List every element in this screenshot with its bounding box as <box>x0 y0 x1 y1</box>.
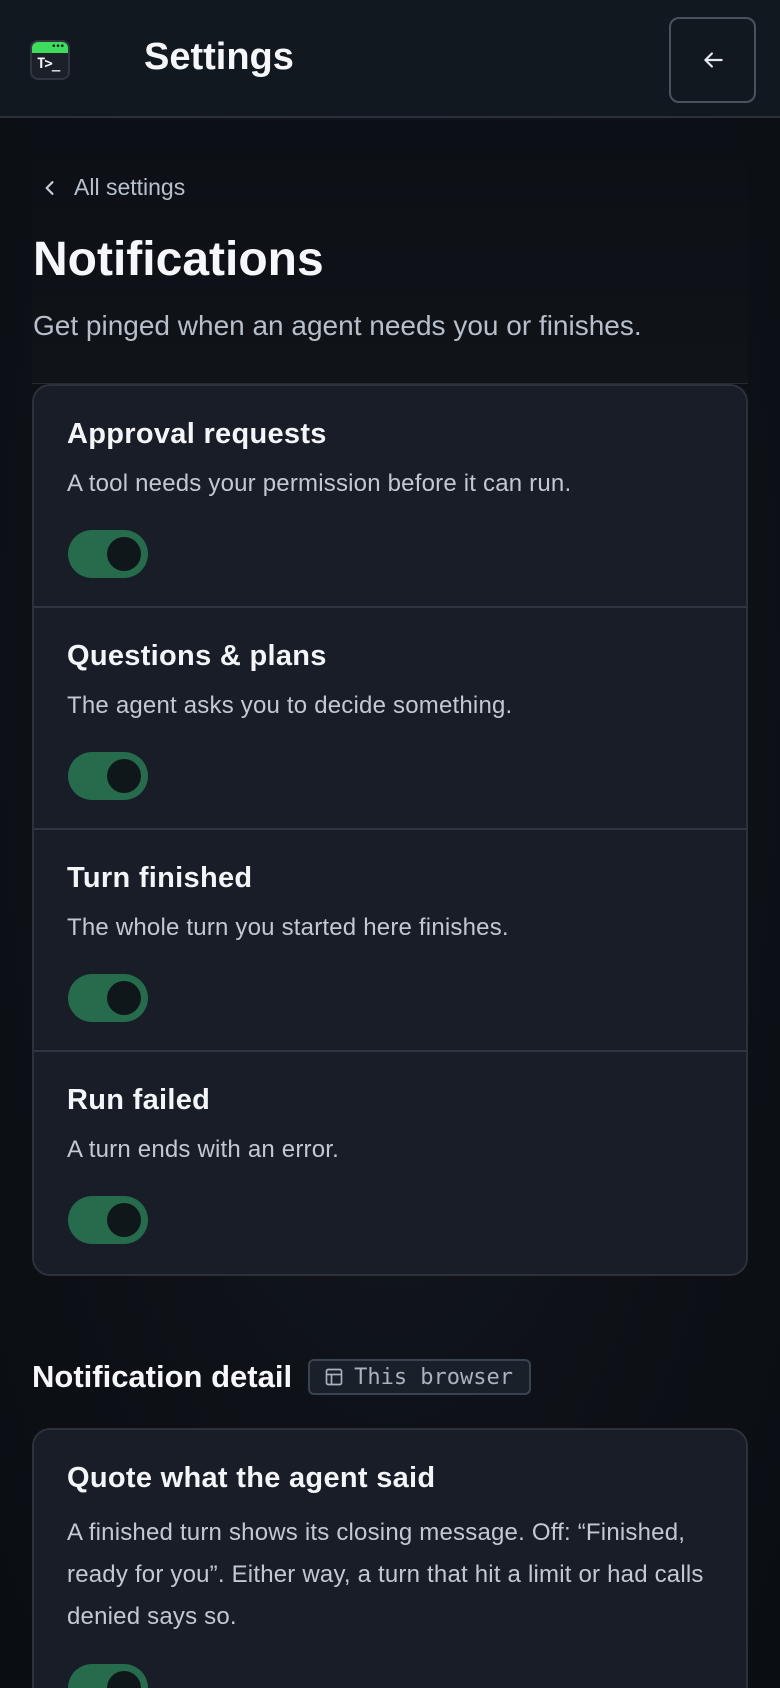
toggle-knob <box>107 759 141 793</box>
setting-description: A finished turn shows its closing messag… <box>67 1519 704 1630</box>
breadcrumb-all-settings[interactable]: All settings <box>40 174 185 201</box>
toggle-knob <box>107 537 141 571</box>
setting-title: Run failed <box>67 1084 211 1116</box>
setting-row-run-failed: Run failed A turn ends with an error. <box>34 1052 746 1274</box>
arrow-left-icon <box>703 52 723 68</box>
setting-description: A turn ends with an error. <box>67 1136 340 1163</box>
setting-title: Quote what the agent said <box>67 1462 436 1494</box>
quote-agent-toggle[interactable] <box>68 1664 148 1688</box>
setting-row-turn-finished: Turn finished The whole turn you started… <box>34 830 746 1052</box>
setting-description: The agent asks you to decide something. <box>67 692 513 719</box>
run-failed-toggle[interactable] <box>68 1196 148 1244</box>
setting-row-questions-plans: Questions & plans The agent asks you to … <box>34 608 746 830</box>
questions-plans-toggle[interactable] <box>68 752 148 800</box>
header-title: Settings <box>144 36 294 78</box>
notification-detail-card: Quote what the agent said A finished tur… <box>32 1428 748 1688</box>
setting-row-approval-requests: Approval requests A tool needs your perm… <box>34 386 746 608</box>
approval-requests-toggle[interactable] <box>68 530 148 578</box>
chevron-left-icon <box>45 180 54 195</box>
intro-panel: All settings Notifications Get pinged wh… <box>32 120 748 384</box>
setting-title: Turn finished <box>67 862 253 894</box>
setting-title: Questions & plans <box>67 640 327 672</box>
turn-finished-toggle[interactable] <box>68 974 148 1022</box>
toggle-knob <box>107 981 141 1015</box>
page-subtitle: Get pinged when an agent needs you or fi… <box>33 310 642 341</box>
terminal-app-icon: ••• T>_ <box>30 40 70 80</box>
toggle-knob <box>107 1671 141 1688</box>
scope-badge: This browser <box>308 1359 532 1395</box>
breadcrumb-label: All settings <box>74 174 186 200</box>
browser-window-icon <box>325 1368 343 1386</box>
toggle-knob <box>107 1203 141 1237</box>
page-title: Notifications <box>33 233 324 286</box>
section-title: Notification detail <box>32 1359 293 1394</box>
back-button[interactable] <box>669 17 756 103</box>
setting-title: Approval requests <box>67 418 327 450</box>
notifications-card: Approval requests A tool needs your perm… <box>32 384 748 1276</box>
app-header: ••• T>_ Settings <box>0 0 780 118</box>
scope-badge-label: This browser <box>354 1364 514 1390</box>
setting-description: A tool needs your permission before it c… <box>67 470 572 497</box>
setting-description: The whole turn you started here finishes… <box>67 914 509 941</box>
setting-row-quote-agent: Quote what the agent said A finished tur… <box>34 1430 746 1688</box>
notification-detail-header: Notification detail This browser <box>32 1359 532 1395</box>
